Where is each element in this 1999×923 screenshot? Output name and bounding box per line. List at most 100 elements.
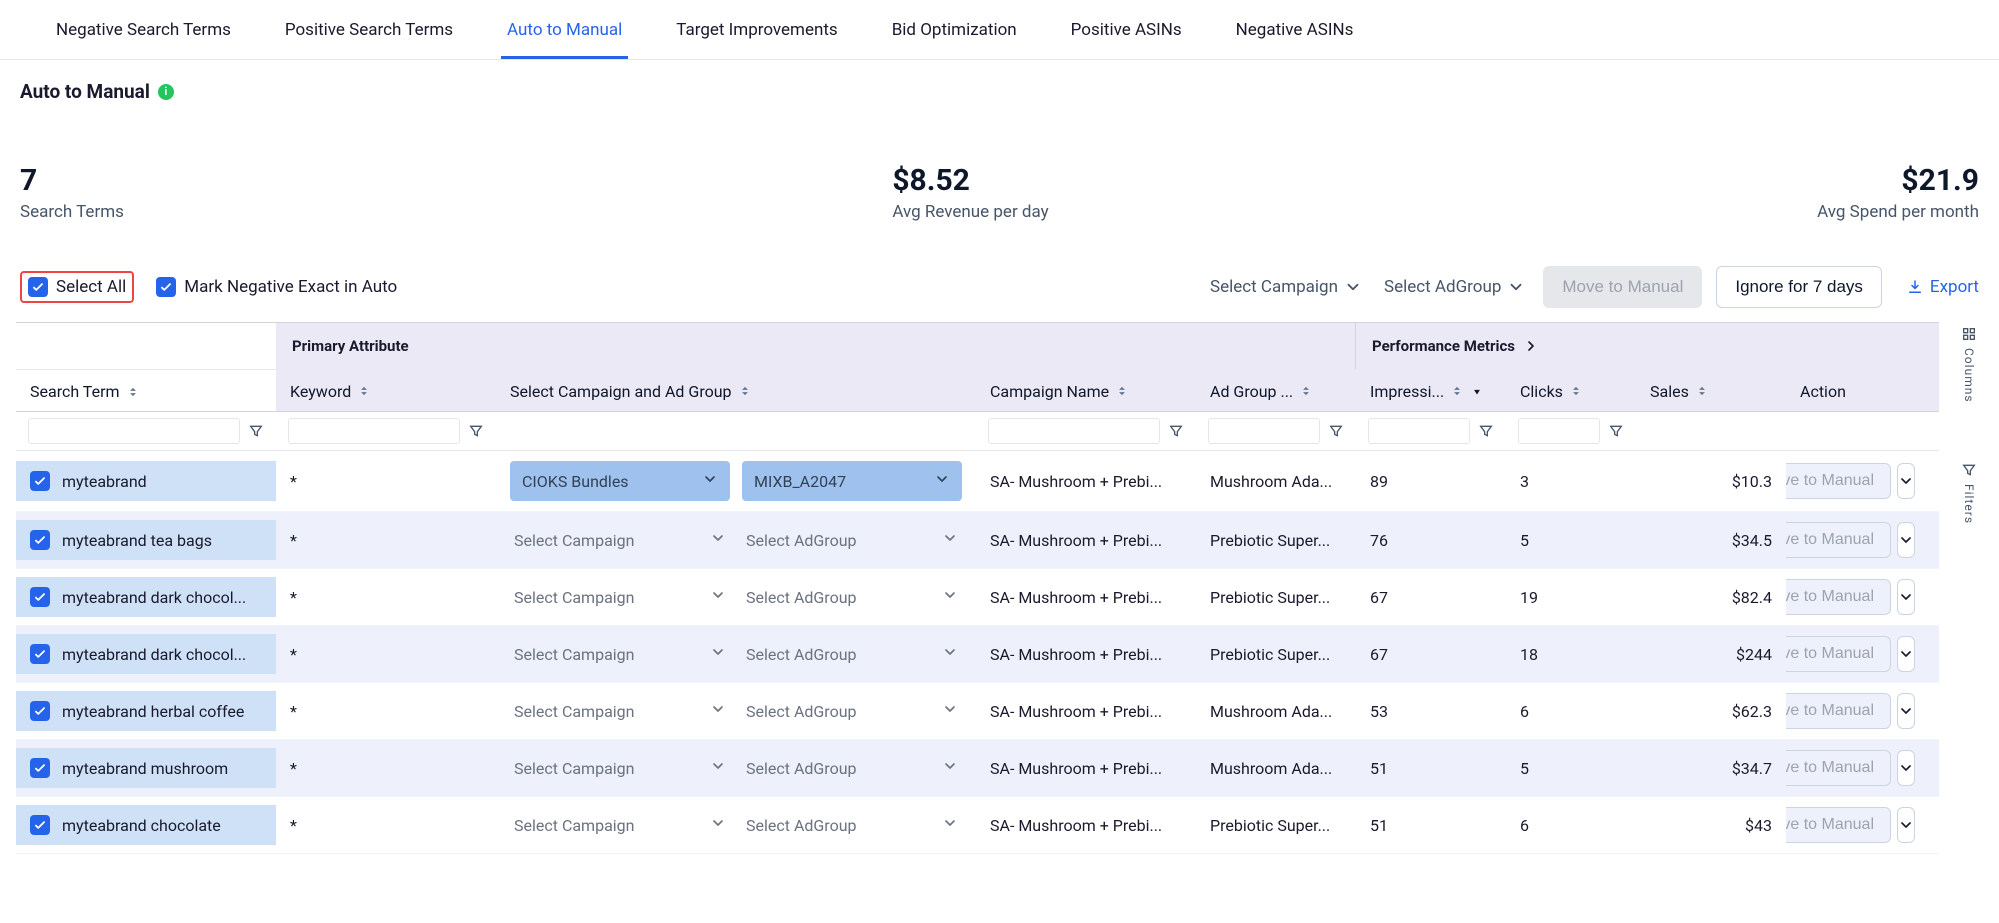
row-action-menu[interactable] — [1897, 579, 1915, 615]
filter-input-clicks[interactable] — [1518, 418, 1600, 444]
group-primary-attribute: Primary Attribute — [276, 323, 1356, 369]
cell-clicks: 6 — [1506, 692, 1636, 731]
col-campaign-name[interactable]: Campaign Name — [976, 369, 1196, 411]
tab-positive-search-terms[interactable]: Positive Search Terms — [279, 12, 459, 59]
export-label: Export — [1930, 277, 1979, 297]
tab-positive-asins[interactable]: Positive ASINs — [1065, 12, 1188, 59]
cell-campaign-name: SA- Mushroom + Prebi... — [976, 806, 1196, 845]
col-select-campaign-adgroup[interactable]: Select Campaign and Ad Group — [496, 369, 976, 411]
table-row: myteabrand dark chocol...* Select Campai… — [16, 626, 1939, 683]
row-action-menu[interactable] — [1897, 636, 1915, 672]
row-adgroup-dropdown[interactable]: Select AdGroup — [742, 530, 962, 550]
row-checkbox[interactable] — [30, 471, 50, 491]
col-label: Action — [1800, 382, 1846, 401]
dropdown-label: Select Campaign — [514, 588, 634, 607]
filter-icon — [1961, 462, 1977, 478]
tab-auto-to-manual[interactable]: Auto to Manual — [501, 12, 628, 59]
select-campaign-label: Select Campaign — [1210, 277, 1338, 297]
tab-target-improvements[interactable]: Target Improvements — [670, 12, 843, 59]
chevron-right-icon — [1523, 338, 1539, 354]
row-adgroup-dropdown[interactable]: Select AdGroup — [742, 701, 962, 721]
cell-select-campaign-adgroup: Select Campaign Select AdGroup — [496, 520, 976, 560]
row-campaign-dropdown[interactable]: Select Campaign — [510, 701, 730, 721]
filters-rail[interactable]: Filters — [1949, 462, 1989, 524]
cell-search-term: myteabrand chocolate — [16, 805, 276, 845]
page-header: Auto to Manual i — [0, 60, 1999, 103]
row-checkbox[interactable] — [30, 644, 50, 664]
row-checkbox[interactable] — [30, 587, 50, 607]
header-groups: Primary Attribute Performance Metrics — [16, 322, 1939, 369]
cell-sales: $34.7 — [1636, 749, 1786, 788]
row-move-to-manual-button[interactable]: Move to Manual — [1786, 522, 1891, 558]
select-campaign-dropdown[interactable]: Select Campaign — [1206, 271, 1366, 303]
row-adgroup-dropdown[interactable]: Select AdGroup — [742, 644, 962, 664]
tab-negative-asins[interactable]: Negative ASINs — [1230, 12, 1360, 59]
select-adgroup-dropdown[interactable]: Select AdGroup — [1380, 271, 1529, 303]
row-checkbox[interactable] — [30, 530, 50, 550]
filter-icon[interactable] — [468, 423, 484, 439]
row-move-to-manual-button[interactable]: Move to Manual — [1786, 579, 1891, 615]
filter-input-keyword[interactable] — [288, 418, 460, 444]
stat-label: Avg Revenue per day — [892, 202, 1048, 222]
cell-search-term: myteabrand herbal coffee — [16, 691, 276, 731]
ignore-button[interactable]: Ignore for 7 days — [1716, 266, 1882, 308]
row-adgroup-dropdown[interactable]: MIXB_A2047 — [742, 461, 962, 501]
row-move-to-manual-button[interactable]: Move to Manual — [1786, 636, 1891, 672]
row-adgroup-dropdown[interactable]: Select AdGroup — [742, 587, 962, 607]
row-action-menu[interactable] — [1897, 750, 1915, 786]
select-all-checkbox[interactable]: Select All — [20, 271, 134, 303]
row-action-menu[interactable] — [1897, 522, 1915, 558]
row-adgroup-dropdown[interactable]: Select AdGroup — [742, 758, 962, 778]
row-move-to-manual-button[interactable]: Move to Manual — [1786, 693, 1891, 729]
move-to-manual-button[interactable]: Move to Manual — [1543, 266, 1702, 308]
export-link[interactable]: Export — [1906, 277, 1979, 297]
row-campaign-dropdown[interactable]: Select Campaign — [510, 530, 730, 550]
checkbox-icon — [28, 277, 48, 297]
mark-negative-checkbox[interactable]: Mark Negative Exact in Auto — [148, 271, 405, 303]
cell-select-campaign-adgroup: Select Campaign Select AdGroup — [496, 748, 976, 788]
row-checkbox[interactable] — [30, 815, 50, 835]
dropdown-label: Select Campaign — [514, 759, 634, 778]
chevron-down-icon — [942, 587, 958, 607]
filter-icon[interactable] — [248, 423, 264, 439]
filter-icon[interactable] — [1478, 423, 1494, 439]
row-action-menu[interactable] — [1897, 693, 1915, 729]
filter-input-search-term[interactable] — [28, 418, 240, 444]
col-search-term[interactable]: Search Term — [16, 369, 276, 411]
col-ad-group[interactable]: Ad Group ... — [1196, 369, 1356, 411]
row-adgroup-dropdown[interactable]: Select AdGroup — [742, 815, 962, 835]
row-action-menu[interactable] — [1897, 463, 1915, 499]
chevron-down-icon — [710, 701, 726, 721]
cell-sales: $43 — [1636, 806, 1786, 845]
row-checkbox[interactable] — [30, 701, 50, 721]
row-campaign-dropdown[interactable]: Select Campaign — [510, 644, 730, 664]
row-campaign-dropdown[interactable]: Select Campaign — [510, 815, 730, 835]
col-keyword[interactable]: Keyword — [276, 369, 496, 411]
row-move-to-manual-button[interactable]: Move to Manual — [1786, 807, 1891, 843]
row-action-menu[interactable] — [1897, 807, 1915, 843]
col-label: Search Term — [30, 382, 120, 401]
col-label: Ad Group ... — [1210, 382, 1293, 401]
row-campaign-dropdown[interactable]: CIOKS Bundles — [510, 461, 730, 501]
chevron-down-icon — [942, 644, 958, 664]
filter-icon[interactable] — [1168, 423, 1184, 439]
tab-bid-optimization[interactable]: Bid Optimization — [886, 12, 1023, 59]
col-sales[interactable]: Sales — [1636, 369, 1786, 411]
filter-icon[interactable] — [1328, 423, 1344, 439]
row-move-to-manual-button[interactable]: Move to Manual — [1786, 750, 1891, 786]
cell-keyword: * — [276, 462, 496, 501]
group-performance-metrics[interactable]: Performance Metrics — [1356, 323, 1939, 369]
columns-rail[interactable]: Columns — [1949, 326, 1989, 403]
filter-input-impressions[interactable] — [1368, 418, 1470, 444]
filter-input-campaign-name[interactable] — [988, 418, 1160, 444]
tab-negative-search-terms[interactable]: Negative Search Terms — [50, 12, 237, 59]
col-impressions[interactable]: Impressi... — [1356, 369, 1506, 411]
filter-input-ad-group[interactable] — [1208, 418, 1320, 444]
row-move-to-manual-button[interactable]: Move to Manual — [1786, 463, 1891, 499]
row-checkbox[interactable] — [30, 758, 50, 778]
row-campaign-dropdown[interactable]: Select Campaign — [510, 758, 730, 778]
col-clicks[interactable]: Clicks — [1506, 369, 1636, 411]
filter-icon[interactable] — [1608, 423, 1624, 439]
row-campaign-dropdown[interactable]: Select Campaign — [510, 587, 730, 607]
info-icon[interactable]: i — [158, 84, 174, 100]
